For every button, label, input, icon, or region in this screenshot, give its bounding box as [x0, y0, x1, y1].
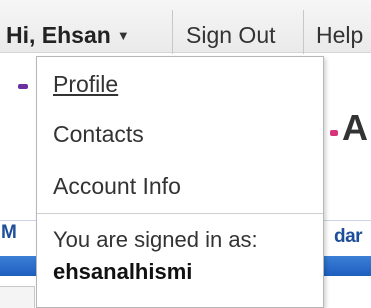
top-nav-bar: Hi, Ehsan ▼ Sign Out Help [0, 0, 371, 54]
greeting-label: Hi, Ehsan [6, 22, 111, 48]
menu-item-profile[interactable]: Profile [53, 71, 118, 98]
nav-tab-fragment-right[interactable]: dar [334, 226, 363, 248]
menu-item-account-info[interactable]: Account Info [53, 173, 181, 200]
heading-fragment: A [342, 107, 368, 148]
signed-in-label: You are signed in as: [53, 227, 258, 252]
signed-in-username: ehsanalhismi [53, 259, 193, 284]
help-link[interactable]: Help [316, 0, 363, 52]
nav-tab-fragment-left[interactable]: M [1, 222, 17, 244]
menu-item-contacts[interactable]: Contacts [53, 121, 144, 148]
sign-out-link[interactable]: Sign Out [186, 0, 276, 52]
side-box [0, 286, 35, 308]
nav-divider [303, 10, 304, 54]
menu-divider [37, 213, 323, 214]
page: A M dar Hi, Ehsan ▼ Sign Out Help Profile… [0, 0, 371, 308]
logo-fragment-accent [330, 130, 338, 136]
account-menu-trigger[interactable]: Hi, Ehsan ▼ [6, 0, 130, 52]
nav-divider [172, 10, 173, 54]
account-dropdown-menu: Profile Contacts Account Info You are si… [36, 56, 324, 308]
logo-fragment [18, 84, 28, 89]
